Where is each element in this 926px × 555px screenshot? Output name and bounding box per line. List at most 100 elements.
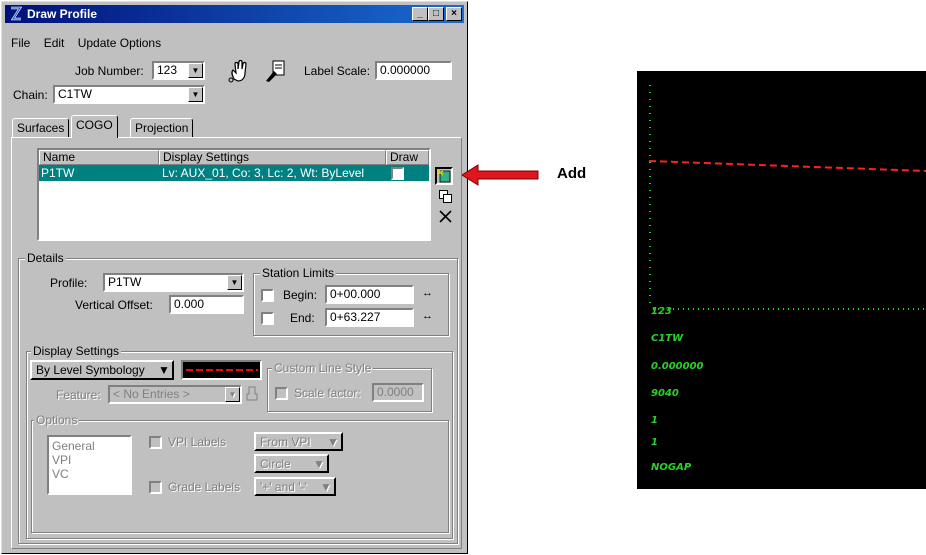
minimize-button[interactable]: _ (412, 7, 428, 21)
profiles-table[interactable]: Name Display Settings Draw P1TW Lv: AUX_… (37, 148, 431, 241)
terminal-line: 9040 (651, 388, 679, 399)
symbology-value: By Level Symbology (36, 363, 145, 377)
job-number-label: Job Number: (75, 64, 144, 78)
end-label: End: (290, 311, 315, 325)
chevron-down-icon: ▼ (158, 363, 170, 377)
annotation-arrow-icon (462, 164, 539, 186)
add-button[interactable] (435, 167, 453, 185)
column-header-display-settings[interactable]: Display Settings (159, 150, 386, 165)
grade-labels-label: Grade Labels (168, 480, 241, 494)
chevron-down-icon: ▼ (188, 63, 203, 78)
list-item[interactable]: VPI (52, 453, 127, 467)
pick-feature-icon[interactable] (245, 386, 259, 402)
copy-icon[interactable] (439, 190, 452, 203)
vpi-labels-checkbox[interactable] (149, 436, 162, 449)
tab-cogo[interactable]: COGO (71, 115, 118, 138)
vertical-offset-input[interactable]: 0.000 (169, 295, 244, 314)
column-header-draw[interactable]: Draw (386, 150, 429, 165)
begin-checkbox[interactable] (261, 289, 274, 302)
chevron-down-icon: ▼ (225, 387, 240, 402)
chain-combo[interactable]: C1TW ▼ (53, 85, 205, 104)
profile-graphics (648, 85, 926, 310)
profile-value: P1TW (108, 275, 142, 289)
label-scale-input[interactable]: 0.000000 (375, 61, 452, 80)
begin-station-input[interactable]: 0+00.000 (325, 285, 414, 304)
options-list[interactable]: General VPI VC (47, 435, 132, 495)
terminal-line: 123 (651, 306, 672, 317)
menu-bar: File Edit Update Options (11, 36, 171, 50)
job-number-value: 123 (157, 63, 178, 77)
job-number-combo[interactable]: 123 ▼ (152, 61, 205, 80)
label-scale-label: Label Scale: (304, 64, 371, 78)
tab-surfaces[interactable]: Surfaces (12, 118, 70, 138)
chevron-down-icon: ▼ (313, 457, 325, 471)
scale-factor-input[interactable]: 0.0000 (372, 383, 424, 402)
title-bar[interactable]: Draw Profile _ □ × (5, 5, 464, 23)
window-title: Draw Profile (27, 7, 98, 21)
delete-icon[interactable] (439, 210, 452, 223)
feature-combo[interactable]: < No Entries > ▼ (108, 385, 242, 404)
line-style-preview[interactable] (181, 360, 262, 380)
vpi-position-dropdown[interactable]: From VPI ▼ (254, 432, 343, 451)
cogo-tab-panel: Name Display Settings Draw P1TW Lv: AUX_… (11, 137, 462, 549)
details-group-label: Details (25, 251, 66, 265)
scale-factor-label: Scale factor: (294, 386, 361, 400)
add-icon (437, 169, 451, 183)
locate-end-icon[interactable]: ↔ (422, 310, 433, 322)
feature-value: < No Entries > (113, 387, 190, 401)
menu-update-options[interactable]: Update Options (78, 36, 161, 50)
circle-value: Circle (260, 457, 291, 471)
menu-file[interactable]: File (11, 36, 30, 50)
end-checkbox[interactable] (261, 312, 274, 325)
terminal-line: 1 (651, 415, 658, 426)
row-display-settings: Lv: AUX_01, Co: 3, Lc: 2, Wt: ByLevel (162, 166, 365, 180)
chain-value: C1TW (58, 87, 92, 101)
options-label: Options (34, 413, 80, 427)
locate-begin-icon[interactable]: ↔ (422, 287, 433, 299)
end-station-input[interactable]: 0+63.227 (325, 308, 414, 327)
column-header-name[interactable]: Name (39, 150, 159, 165)
station-limits-label: Station Limits (260, 266, 337, 280)
list-item[interactable]: VC (52, 467, 127, 481)
list-item[interactable]: General (52, 439, 127, 453)
vpi-shape-dropdown[interactable]: Circle ▼ (254, 454, 329, 473)
display-settings-group: Display Settings By Level Symbology ▼ Cu… (26, 344, 453, 539)
symbology-dropdown[interactable]: By Level Symbology ▼ (30, 360, 174, 380)
profile-label: Profile: (50, 276, 88, 290)
close-button[interactable]: × (446, 7, 462, 21)
drawing-view: 123 C1TW 0.000000 9040 1 1 NOGAP (637, 71, 926, 489)
from-vpi-value: From VPI (260, 435, 311, 449)
chevron-down-icon: ▼ (320, 480, 332, 494)
vertical-offset-label: Vertical Offset: (75, 298, 153, 312)
options-group: Options General VPI VC VPI Labels From V… (31, 413, 449, 533)
chain-label: Chain: (13, 88, 48, 102)
scale-factor-checkbox[interactable] (275, 387, 288, 400)
terminal-line: C1TW (651, 333, 684, 344)
chevron-down-icon: ▼ (188, 87, 203, 102)
custom-line-style-group: Custom Line Style Scale factor: 0.0000 (267, 361, 432, 412)
begin-label: Begin: (283, 288, 318, 302)
locate-hand-icon[interactable] (228, 59, 250, 83)
maximize-button[interactable]: □ (428, 7, 444, 21)
app-logo-icon (10, 6, 23, 21)
menu-edit[interactable]: Edit (44, 36, 65, 50)
chevron-down-icon: ▼ (327, 435, 339, 449)
tab-projection[interactable]: Projection (130, 118, 194, 138)
grade-value: '+' and '-' (260, 480, 307, 494)
feature-label: Feature: (56, 388, 101, 402)
annotation-add-label: Add (557, 165, 587, 182)
grade-sign-dropdown[interactable]: '+' and '-' ▼ (254, 477, 336, 496)
dashed-line-swatch (186, 369, 258, 371)
terminal-line: 1 (651, 437, 658, 448)
terminal-line: NOGAP (651, 462, 692, 473)
table-row[interactable]: P1TW Lv: AUX_01, Co: 3, Lc: 2, Wt: ByLev… (39, 165, 429, 181)
grade-labels-checkbox[interactable] (149, 481, 162, 494)
row-name: P1TW (41, 166, 75, 180)
chevron-down-icon: ▼ (227, 275, 242, 290)
settings-document-icon[interactable] (264, 59, 286, 83)
profile-combo[interactable]: P1TW ▼ (103, 273, 244, 292)
details-group: Details Profile: P1TW ▼ Vertical Offset:… (18, 251, 458, 544)
draw-profile-window: Draw Profile _ □ × File Edit Update Opti… (1, 1, 468, 554)
custom-line-style-label: Custom Line Style (272, 361, 374, 375)
draw-checkbox[interactable]: ✓ (391, 167, 404, 180)
